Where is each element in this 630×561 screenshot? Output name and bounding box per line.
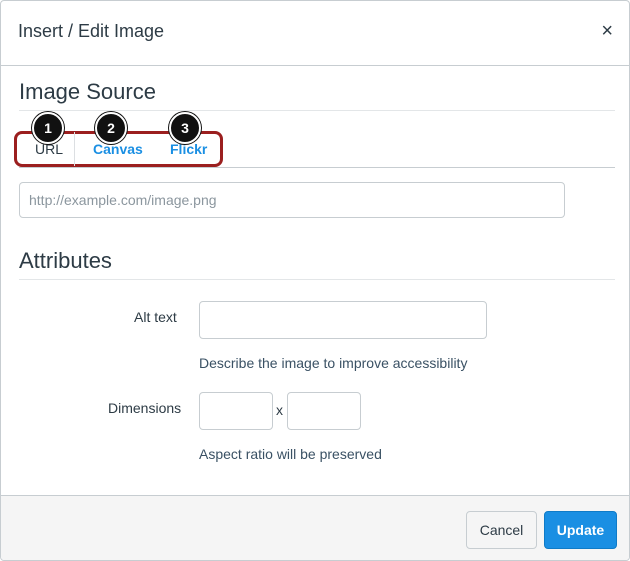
alt-text-help: Describe the image to improve accessibil… <box>199 355 468 371</box>
dimensions-help: Aspect ratio will be preserved <box>199 446 382 462</box>
dialog-title: Insert / Edit Image <box>18 21 165 41</box>
image-source-heading: Image Source <box>19 79 156 104</box>
dimensions-label: Dimensions <box>108 400 182 416</box>
callout-badge-3: 3 <box>169 112 201 144</box>
cancel-button[interactable]: Cancel <box>466 511 537 549</box>
tab-divider <box>74 132 75 166</box>
callout-badge-2: 2 <box>95 112 127 144</box>
dialog-footer: Cancel Update <box>1 495 629 560</box>
image-source-divider <box>19 110 615 111</box>
callout-badge-1: 1 <box>32 112 64 144</box>
height-input[interactable] <box>287 392 361 430</box>
width-input[interactable] <box>199 392 273 430</box>
alt-text-input[interactable] <box>199 301 487 339</box>
update-button[interactable]: Update <box>544 511 617 549</box>
attributes-divider <box>19 279 615 280</box>
tab-canvas[interactable]: Canvas <box>93 141 143 157</box>
image-url-input[interactable] <box>19 182 565 218</box>
insert-edit-image-dialog: Insert / Edit Image × Image Source URL C… <box>0 0 630 561</box>
alt-text-label: Alt text <box>134 309 177 325</box>
dialog-header: Insert / Edit Image × <box>1 1 629 66</box>
close-icon[interactable]: × <box>601 21 613 41</box>
attributes-heading: Attributes <box>19 248 112 273</box>
tabs-baseline <box>19 167 615 168</box>
dimensions-separator: x <box>276 402 283 418</box>
